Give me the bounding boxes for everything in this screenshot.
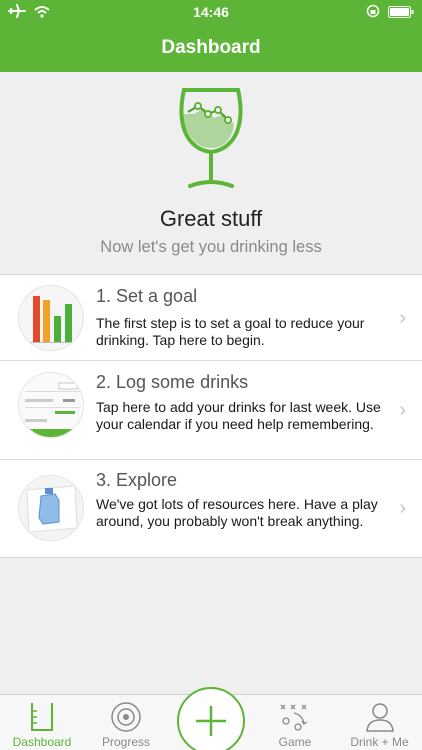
headline: Great stuff: [159, 206, 263, 231]
step-set-goal[interactable]: 1. Set a goal The first step is to set a…: [0, 275, 422, 361]
step-description: Tap here to add your drinks for last wee…: [96, 399, 381, 432]
target-icon: [110, 701, 142, 736]
tab-label: Dashboard: [12, 735, 72, 749]
battery-icon: [388, 5, 414, 23]
wine-glass-chart-icon: [174, 84, 248, 197]
step-title: 1. Set a goal: [96, 286, 198, 306]
page-title: Dashboard: [161, 37, 261, 58]
resources-thumbnail: [18, 475, 84, 541]
tab-label: Drink + Me: [350, 735, 409, 749]
hero-section: Great stuff Now let's get you drinking l…: [0, 72, 422, 274]
step-explore[interactable]: 3. Explore We've got lots of resources h…: [0, 460, 422, 557]
tab-game[interactable]: Game: [253, 695, 337, 750]
bar-chart-thumbnail: [18, 285, 84, 351]
status-bar: 14:46: [0, 0, 422, 24]
step-title: 3. Explore: [96, 470, 178, 490]
person-icon: [364, 701, 396, 736]
navigation-bar: Dashboard: [0, 24, 422, 72]
drink-log-thumbnail: [18, 372, 84, 438]
status-time: 14:46: [193, 4, 229, 20]
step-description: The first step is to set a goal to reduc…: [96, 315, 365, 348]
subheadline: Now let's get you drinking less: [100, 238, 322, 256]
step-description: We've got lots of resources here. Have a…: [96, 496, 378, 529]
tab-label: Game: [278, 735, 312, 749]
game-play-icon: [278, 701, 312, 736]
step-title: 2. Log some drinks: [96, 372, 249, 392]
tab-label: Progress: [101, 735, 151, 749]
rotation-lock-icon: [366, 4, 380, 23]
add-drink-button[interactable]: [177, 687, 245, 750]
chevron-right-icon: ›: [399, 307, 406, 329]
tab-drink-and-me[interactable]: Drink + Me: [337, 695, 422, 750]
tab-dashboard[interactable]: Dashboard: [0, 695, 84, 750]
tab-progress[interactable]: Progress: [84, 695, 168, 750]
steps-list: 1. Set a goal The first step is to set a…: [0, 274, 422, 558]
chevron-right-icon: ›: [399, 497, 406, 519]
plus-icon: [192, 702, 230, 745]
glass-measure-icon: [29, 701, 55, 736]
step-log-drinks[interactable]: 2. Log some drinks Tap here to add your …: [0, 361, 422, 460]
chevron-right-icon: ›: [399, 399, 406, 421]
